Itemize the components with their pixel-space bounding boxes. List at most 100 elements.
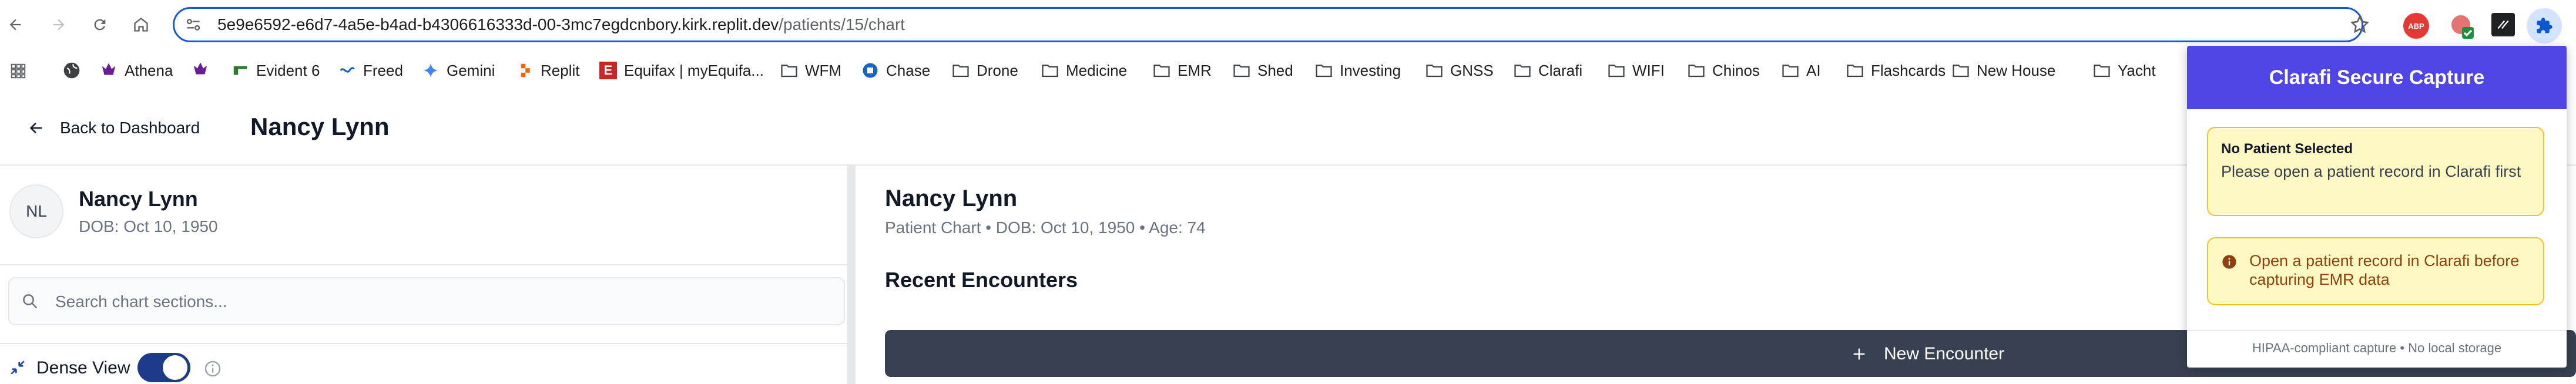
bookmark-label: AI	[1806, 61, 1821, 79]
bookmark-folder-gnss[interactable]: GNSS	[1425, 59, 1494, 82]
url-path: /patients/15/chart	[779, 15, 905, 33]
bookmark-folder-yacht[interactable]: Yacht	[2093, 59, 2156, 82]
home-icon[interactable]	[128, 12, 154, 38]
athena-icon	[100, 62, 118, 79]
back-arrow-icon[interactable]	[2, 12, 28, 38]
bookmark-folder-emr[interactable]: EMR	[1153, 59, 1212, 82]
bookmark-label: Replit	[541, 61, 580, 79]
info-icon[interactable]	[203, 359, 222, 381]
bookmark-label: GNSS	[1450, 61, 1494, 79]
arrow-left-icon	[28, 120, 45, 136]
bookmark-folder-shed[interactable]: Shed	[1233, 59, 1293, 82]
bookmark-folder-wfm[interactable]: WFM	[780, 59, 841, 82]
bookmark-gemini[interactable]: Gemini	[422, 59, 495, 82]
adblock-badge: ABP	[2408, 21, 2424, 31]
bookmark-label: WFM	[805, 61, 842, 79]
bookmark-folder-wifi[interactable]: WIFI	[1608, 59, 1665, 82]
replit-icon	[516, 62, 534, 79]
bookmark-folder-chinos[interactable]: Chinos	[1688, 59, 1760, 82]
bookmark-chase[interactable]: Chase	[861, 59, 930, 82]
extensions-puzzle-icon[interactable]	[2527, 8, 2562, 43]
bookmark-label: EMR	[1178, 61, 1212, 79]
sidebar-dob: DOB: Oct 10, 1950	[79, 217, 218, 235]
url-text[interactable]: 5e9e6592-e6d7-4a5e-b4ad-b4306616333d-00-…	[217, 15, 905, 34]
folder-icon	[1315, 62, 1333, 79]
sidebar-patient-name: Nancy Lynn	[79, 187, 198, 211]
folder-icon	[1846, 62, 1864, 79]
avatar-initials: NL	[26, 202, 47, 220]
forward-arrow-icon[interactable]	[46, 12, 72, 38]
folder-icon	[1688, 62, 1705, 79]
site-info-icon[interactable]	[183, 15, 203, 37]
bookmark-athena[interactable]: Athena	[100, 59, 173, 82]
bookmark-label: Gemini	[447, 61, 495, 79]
popup-title: Clarafi Secure Capture	[2269, 66, 2485, 89]
search-icon	[21, 292, 39, 313]
evident-icon	[232, 62, 249, 79]
adblock-icon[interactable]: ABP	[2403, 13, 2429, 39]
athena-alt-icon[interactable]	[192, 61, 209, 82]
bookmark-label: Athena	[125, 61, 173, 79]
folder-icon	[1782, 62, 1799, 79]
url-host: 5e9e6592-e6d7-4a5e-b4ad-b4306616333d-00-…	[217, 15, 779, 33]
folder-icon	[1608, 62, 1625, 79]
sidebar-divider	[0, 264, 847, 265]
freed-icon	[338, 62, 356, 79]
alert-circle-icon	[2221, 254, 2238, 273]
header-patient-name: Nancy Lynn	[250, 113, 390, 140]
gemini-icon	[422, 62, 440, 79]
bookmark-evident[interactable]: Evident 6	[232, 59, 320, 82]
bookmark-star-icon[interactable]	[2349, 14, 2370, 38]
bookmark-label: Drone	[977, 61, 1018, 79]
bookmark-replit[interactable]: Replit	[516, 59, 579, 82]
bookmark-folder-ai[interactable]: AI	[1782, 59, 1821, 82]
bookmark-label: Chase	[886, 61, 931, 79]
bookmark-folder-clarafi[interactable]: Clarafi	[1514, 59, 1582, 82]
bookmark-label: Equifax | myEquifa...	[624, 61, 764, 79]
reload-icon[interactable]	[87, 12, 113, 38]
main-patient-subtitle: Patient Chart • DOB: Oct 10, 1950 • Age:…	[885, 218, 1206, 237]
folder-icon	[1153, 62, 1170, 79]
terminal-extension-icon[interactable]	[2491, 13, 2515, 36]
bookmark-label: Yacht	[2118, 61, 2156, 79]
bookmark-equifax[interactable]: E Equifax | myEquifa...	[599, 59, 764, 82]
extension-shield-icon[interactable]	[2448, 13, 2476, 44]
folder-icon	[780, 62, 798, 79]
no-patient-text: Please open a patient record in Clarafi …	[2221, 163, 2521, 180]
popup-footer-divider	[2187, 330, 2567, 331]
equifax-icon: E	[599, 62, 617, 79]
bookmark-folder-medicine[interactable]: Medicine	[1041, 59, 1127, 82]
bookmark-freed[interactable]: Freed	[338, 59, 403, 82]
bookmark-label: WIFI	[1632, 61, 1665, 79]
back-to-dashboard-button[interactable]: Back to Dashboard	[28, 116, 200, 140]
globe-icon[interactable]	[62, 61, 81, 83]
bookmark-label: Chinos	[1712, 61, 1760, 79]
folder-icon	[952, 62, 970, 79]
bookmark-label: Medicine	[1066, 61, 1128, 79]
recent-encounters-heading: Recent Encounters	[885, 268, 1078, 292]
popup-header: Clarafi Secure Capture	[2187, 46, 2567, 109]
bookmark-folder-drone[interactable]: Drone	[952, 59, 1018, 82]
capture-warning-text: Open a patient record in Clarafi before …	[2249, 252, 2520, 288]
sidebar-divider	[0, 343, 847, 344]
avatar: NL	[9, 184, 63, 238]
plus-icon	[1851, 346, 1867, 362]
bookmark-label: Shed	[1257, 61, 1293, 79]
folder-icon	[1041, 62, 1059, 79]
bookmark-folder-investing[interactable]: Investing	[1315, 59, 1401, 82]
bookmark-folder-flashcards[interactable]: Flashcards	[1846, 59, 1946, 82]
folder-icon	[1233, 62, 1250, 79]
folder-icon	[1952, 62, 1970, 79]
apps-grid-icon[interactable]	[9, 62, 27, 83]
bookmark-label: Flashcards	[1871, 61, 1946, 79]
bookmark-folder-new-house[interactable]: New House	[1952, 59, 2055, 82]
folder-icon	[1425, 62, 1443, 79]
bookmark-label: Evident 6	[256, 61, 320, 79]
no-patient-title: No Patient Selected	[2221, 141, 2353, 157]
minimize-arrows-icon	[8, 358, 27, 380]
new-encounter-label: New Encounter	[1884, 344, 2005, 363]
folder-icon	[1514, 62, 1531, 79]
bookmark-label: Investing	[1340, 61, 1401, 79]
folder-icon	[2093, 62, 2111, 79]
dense-view-label: Dense View	[36, 358, 130, 378]
